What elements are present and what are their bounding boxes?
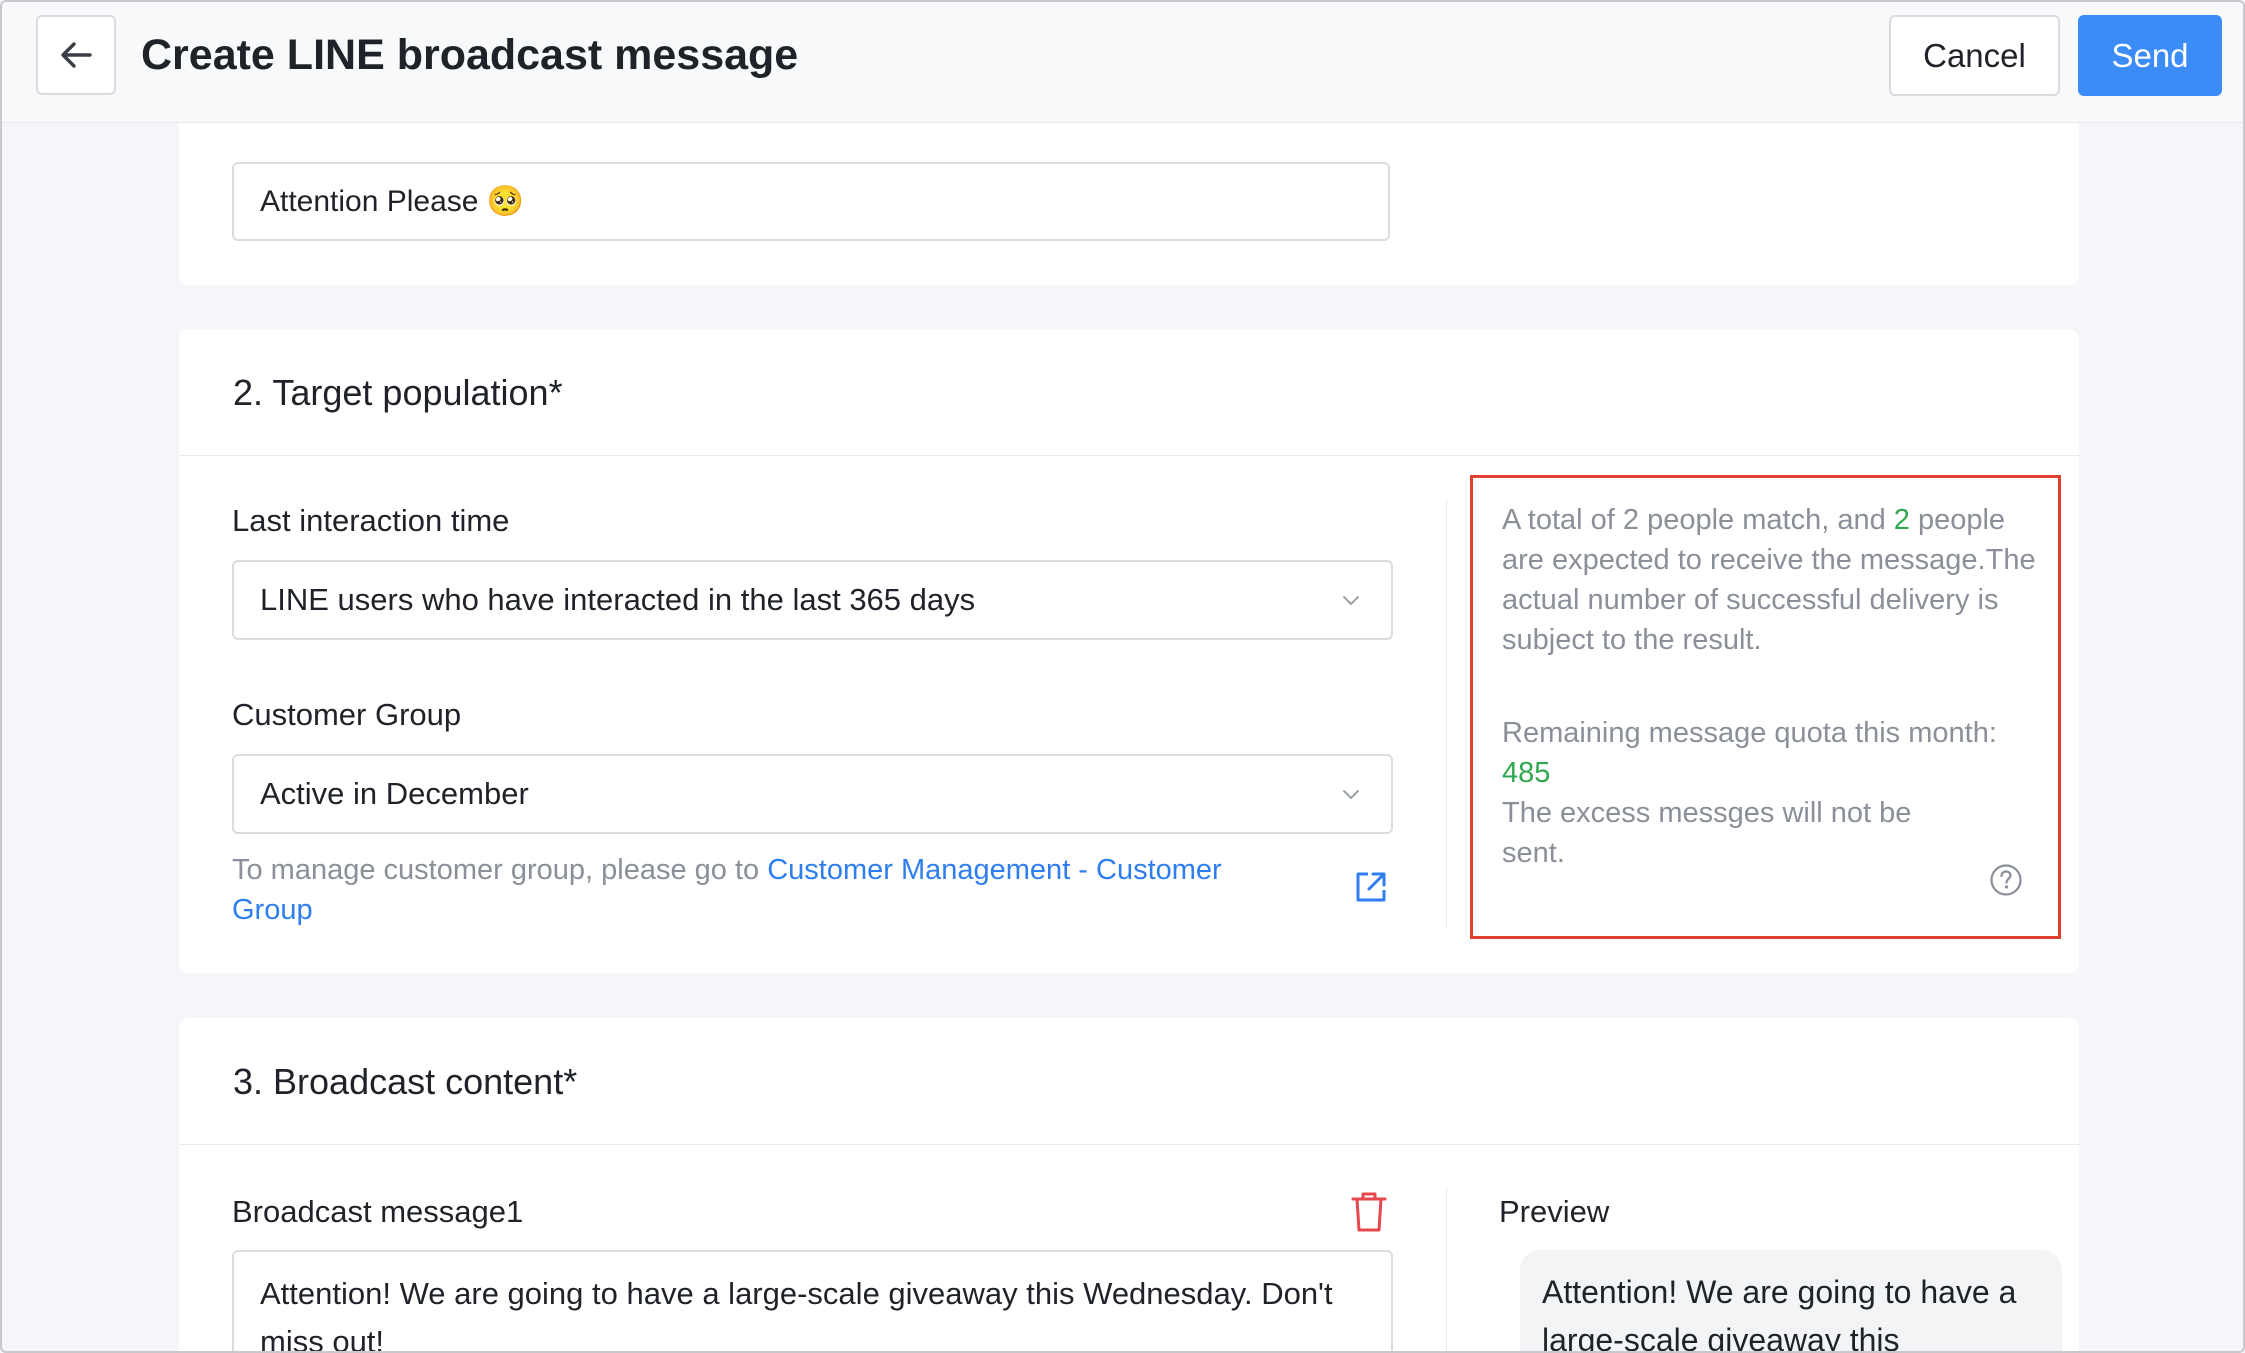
select-value: Active in December — [260, 776, 529, 811]
message-title-input[interactable]: Attention Please 🥺 — [232, 162, 1390, 241]
message-title-card: Attention Please 🥺 — [179, 123, 2079, 285]
chevron-down-icon — [1343, 790, 1359, 800]
broadcast-message-textarea[interactable]: Attention! We are going to have a large-… — [232, 1250, 1393, 1351]
match-text: A total of 2 people match, and — [1502, 504, 1894, 536]
audience-summary: A total of 2 people match, and 2 people … — [1502, 500, 2042, 873]
chevron-down-icon — [1343, 596, 1359, 606]
target-population-card: 2. Target population* Last interaction t… — [179, 329, 2079, 973]
app-window: Create LINE broadcast message Cancel Sen… — [0, 0, 2245, 1353]
send-button[interactable]: Send — [2078, 15, 2222, 96]
excess-note: The excess messges will not be sent. — [1502, 797, 1912, 869]
customer-group-label: Customer Group — [232, 697, 462, 732]
section-title: 2. Target population* — [233, 372, 563, 413]
card-header: 2. Target population* — [179, 329, 2079, 456]
back-button[interactable] — [36, 15, 116, 95]
external-link-icon[interactable] — [1351, 867, 1391, 907]
hint-text: To manage customer group, please go to — [232, 854, 768, 886]
last-interaction-select[interactable]: LINE users who have interacted in the la… — [232, 560, 1393, 640]
vertical-divider — [1446, 500, 1447, 929]
quota-value: 485 — [1502, 757, 1551, 789]
quota-label: Remaining message quota this month: — [1502, 717, 1997, 749]
page-header: Create LINE broadcast message Cancel Sen… — [2, 2, 2243, 123]
broadcast-content-card: 3. Broadcast content* Broadcast message1… — [179, 1018, 2079, 1351]
vertical-divider — [1446, 1188, 1447, 1351]
question-circle-icon[interactable] — [1988, 862, 2024, 898]
section-title: 3. Broadcast content* — [233, 1061, 578, 1102]
trash-icon[interactable] — [1349, 1190, 1389, 1234]
last-interaction-label: Last interaction time — [232, 503, 510, 538]
arrow-left-icon — [61, 42, 92, 68]
cancel-button[interactable]: Cancel — [1889, 15, 2060, 96]
customer-group-select[interactable]: Active in December — [232, 754, 1393, 834]
audience-summary-box: A total of 2 people match, and 2 people … — [1470, 475, 2061, 939]
broadcast-message-label: Broadcast message1 — [232, 1194, 524, 1229]
select-value: LINE users who have interacted in the la… — [260, 582, 976, 617]
customer-group-hint: To manage customer group, please go to C… — [232, 850, 1272, 930]
preview-bubble: Attention! We are going to have a large-… — [1520, 1250, 2062, 1351]
card-header: 3. Broadcast content* — [179, 1018, 2079, 1145]
expected-count: 2 — [1893, 504, 1910, 536]
page-title: Create LINE broadcast message — [141, 31, 799, 79]
preview-label: Preview — [1499, 1194, 1610, 1229]
